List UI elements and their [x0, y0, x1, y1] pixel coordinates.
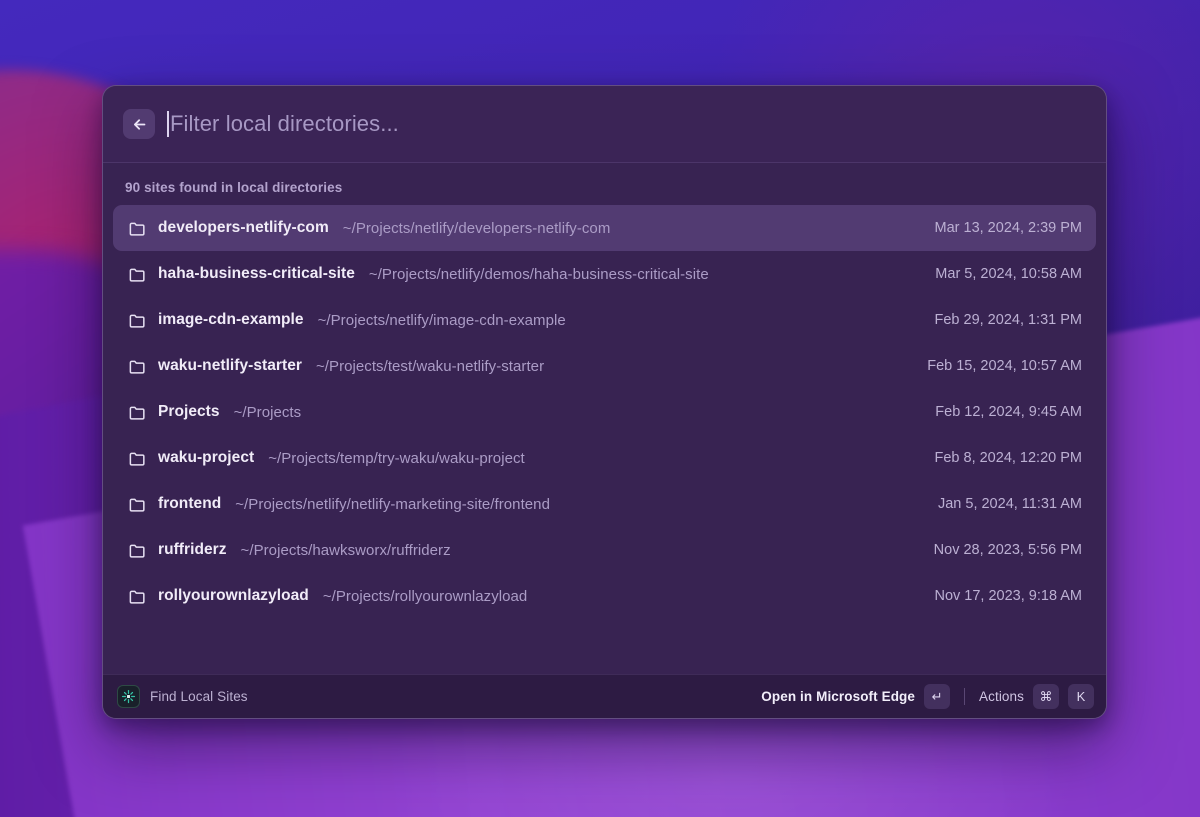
back-button[interactable] — [123, 109, 155, 139]
row-title: image-cdn-example — [158, 311, 304, 329]
launcher-window: Filter local directories... 90 sites fou… — [102, 85, 1107, 719]
row-path: ~/Projects/test/waku-netlify-starter — [316, 358, 544, 375]
table-row[interactable]: frontend ~/Projects/netlify/netlify-marke… — [113, 481, 1096, 527]
row-path: ~/Projects/netlify/netlify-marketing-sit… — [235, 496, 550, 513]
folder-icon — [127, 448, 147, 468]
folder-icon — [127, 356, 147, 376]
netlify-icon — [117, 685, 140, 708]
enter-key[interactable]: ↵ — [924, 684, 950, 709]
folder-icon — [127, 586, 147, 606]
folder-icon — [127, 218, 147, 238]
row-date: Mar 13, 2024, 2:39 PM — [917, 220, 1083, 236]
footer-app-name: Find Local Sites — [150, 689, 248, 704]
row-date: Feb 15, 2024, 10:57 AM — [909, 358, 1082, 374]
table-row[interactable]: waku-netlify-starter ~/Projects/test/waku… — [113, 343, 1096, 389]
folder-icon — [127, 402, 147, 422]
row-path: ~/Projects/netlify/developers-netlify-co… — [343, 220, 611, 237]
folder-icon — [127, 494, 147, 514]
row-title: frontend — [158, 495, 221, 513]
primary-action-label[interactable]: Open in Microsoft Edge — [761, 689, 915, 704]
table-row[interactable]: developers-netlify-com ~/Projects/netlify… — [113, 205, 1096, 251]
folder-icon — [127, 264, 147, 284]
table-row[interactable]: waku-project ~/Projects/temp/try-waku/wak… — [113, 435, 1096, 481]
footer-bar: Find Local Sites Open in Microsoft Edge … — [103, 674, 1106, 718]
row-date: Nov 28, 2023, 5:56 PM — [916, 542, 1082, 558]
row-title: Projects — [158, 403, 220, 421]
row-date: Mar 5, 2024, 10:58 AM — [917, 266, 1082, 282]
table-row[interactable]: rollyourownlazyload ~/Projects/rollyourow… — [113, 573, 1096, 619]
row-date: Feb 12, 2024, 9:45 AM — [917, 404, 1082, 420]
actions-label[interactable]: Actions — [979, 689, 1024, 704]
row-path: ~/Projects/hawksworx/ruffriderz — [241, 542, 451, 559]
text-caret — [167, 111, 169, 137]
row-path: ~/Projects — [234, 404, 302, 421]
row-title: ruffriderz — [158, 541, 227, 559]
row-path: ~/Projects/netlify/image-cdn-example — [318, 312, 566, 329]
results-rows: developers-netlify-com ~/Projects/netlify… — [113, 205, 1096, 619]
folder-icon — [127, 540, 147, 560]
row-title: haha-business-critical-site — [158, 265, 355, 283]
row-title: waku-project — [158, 449, 254, 467]
footer-actions: Open in Microsoft Edge ↵ Actions ⌘ K — [761, 684, 1094, 709]
table-row[interactable]: image-cdn-example ~/Projects/netlify/imag… — [113, 297, 1096, 343]
search-placeholder: Filter local directories... — [170, 111, 399, 137]
row-path: ~/Projects/netlify/demos/haha-business-c… — [369, 266, 709, 283]
row-title: waku-netlify-starter — [158, 357, 302, 375]
row-date: Nov 17, 2023, 9:18 AM — [916, 588, 1082, 604]
table-row[interactable]: ruffriderz ~/Projects/hawksworx/ruffrider… — [113, 527, 1096, 573]
row-path: ~/Projects/temp/try-waku/waku-project — [268, 450, 525, 467]
row-date: Feb 29, 2024, 1:31 PM — [916, 312, 1082, 328]
k-key[interactable]: K — [1068, 684, 1094, 709]
row-date: Jan 5, 2024, 11:31 AM — [920, 496, 1082, 512]
footer-divider — [964, 688, 965, 705]
command-key[interactable]: ⌘ — [1033, 684, 1059, 709]
search-input[interactable]: Filter local directories... — [167, 104, 1086, 144]
table-row[interactable]: Projects ~/Projects Feb 12, 2024, 9:45 AM — [113, 389, 1096, 435]
search-bar: Filter local directories... — [103, 86, 1106, 163]
results-list[interactable]: 90 sites found in local directories deve… — [103, 163, 1106, 674]
table-row[interactable]: haha-business-critical-site ~/Projects/ne… — [113, 251, 1096, 297]
row-date: Feb 8, 2024, 12:20 PM — [916, 450, 1082, 466]
results-section-header: 90 sites found in local directories — [113, 163, 1096, 205]
row-title: rollyourownlazyload — [158, 587, 309, 605]
arrow-left-icon — [131, 116, 148, 133]
row-title: developers-netlify-com — [158, 219, 329, 237]
folder-icon — [127, 310, 147, 330]
row-path: ~/Projects/rollyourownlazyload — [323, 588, 528, 605]
